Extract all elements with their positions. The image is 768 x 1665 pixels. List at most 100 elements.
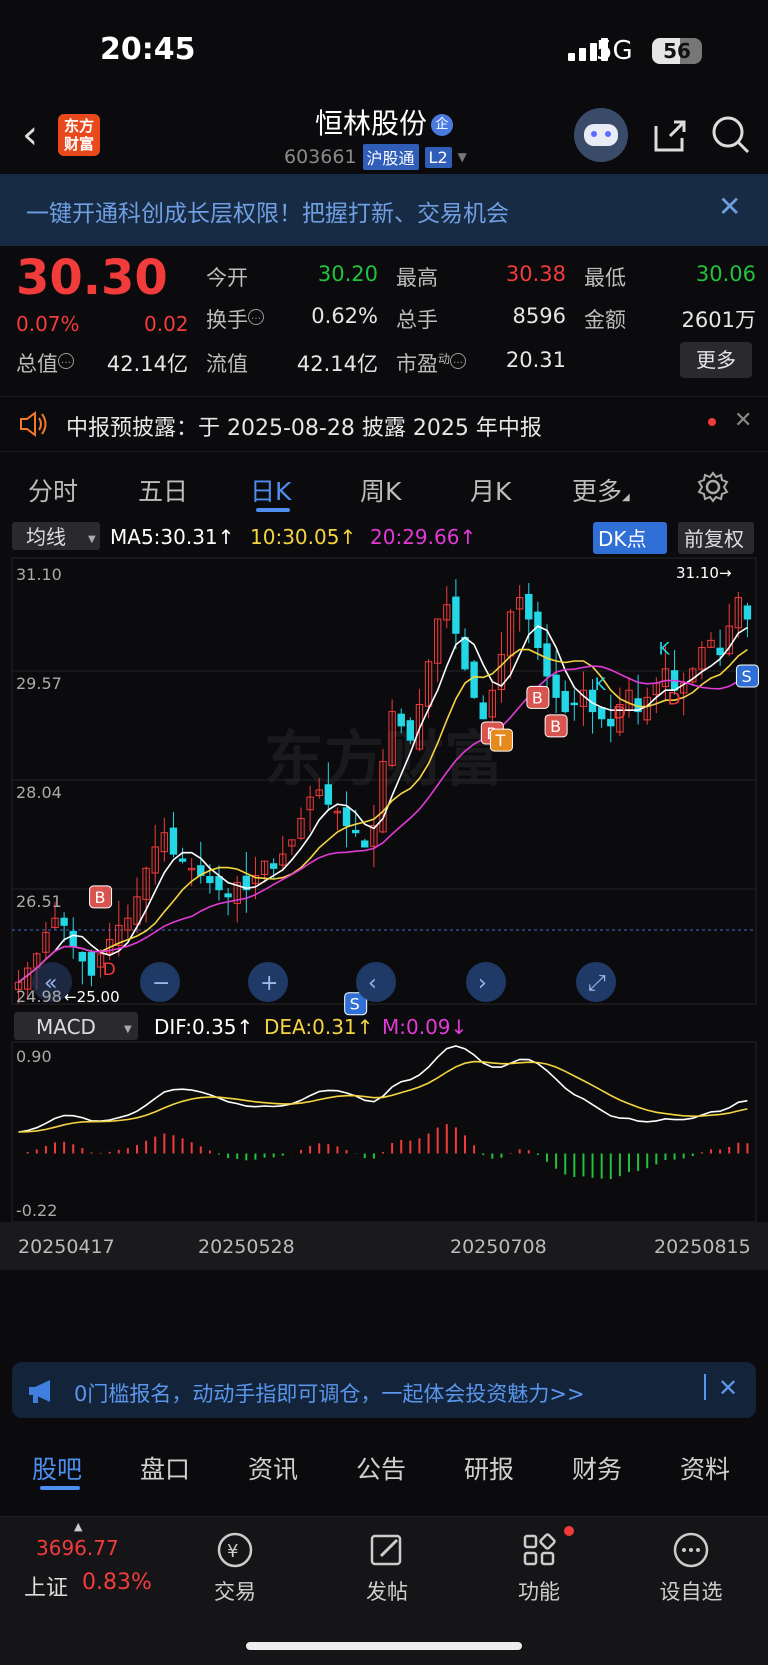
chevron-down-icon: ▼ bbox=[88, 534, 96, 545]
x-tick-label: 20250708 bbox=[450, 1236, 547, 1258]
network-type: 5G bbox=[596, 36, 633, 66]
mktcap-value: 42.14亿 bbox=[106, 352, 188, 376]
tab-news[interactable]: 资讯 bbox=[248, 1450, 298, 1486]
candle bbox=[69, 930, 77, 948]
close-icon[interactable]: ✕ bbox=[734, 408, 752, 433]
macd-y-tick-label: -0.22 bbox=[16, 1201, 57, 1220]
ma-selector-label: 均线 bbox=[26, 525, 66, 549]
candle bbox=[324, 784, 333, 805]
candle bbox=[60, 917, 68, 926]
watermark: 东方财富 bbox=[264, 725, 504, 795]
promo-banner-text[interactable]: 一键开通科创成长层权限！把握打新、交易机会 bbox=[26, 194, 509, 228]
svg-text:¥: ¥ bbox=[227, 1541, 238, 1562]
tab-profile[interactable]: 资料 bbox=[680, 1450, 730, 1486]
open-value: 30.20 bbox=[317, 262, 378, 286]
zoom-out-icon-glyph: − bbox=[152, 971, 170, 996]
gear-icon[interactable] bbox=[696, 470, 730, 504]
indicator-name: MACD bbox=[36, 1015, 96, 1039]
tab-finance[interactable]: 财务 bbox=[572, 1450, 622, 1486]
ad-text[interactable]: 0门槛报名，动动手指即可调仓，一起体会投资魅力>> bbox=[74, 1378, 585, 1408]
stock-code: 603661 bbox=[284, 146, 357, 168]
close-icon[interactable]: ✕ bbox=[718, 1374, 738, 1402]
pan-right-icon-glyph: › bbox=[478, 971, 487, 996]
signal-t: T bbox=[494, 731, 505, 750]
kline-chart[interactable]: 均线 ▼ MA5:30.31↑ 10:30.05↑ 20:29.66↑ DK点 … bbox=[0, 520, 768, 1300]
tab-monthly-k[interactable]: 月K bbox=[470, 472, 511, 508]
tab-research[interactable]: 研报 bbox=[464, 1450, 514, 1486]
tab-order-book[interactable]: 盘口 bbox=[140, 1450, 190, 1486]
candle bbox=[87, 952, 96, 976]
low-label: 最低 bbox=[584, 266, 626, 290]
candle bbox=[78, 951, 87, 962]
index-value[interactable]: 3696.77 bbox=[36, 1536, 119, 1560]
dif-value: DIF:0.35↑ bbox=[154, 1015, 253, 1039]
tab-daily-k[interactable]: 日K bbox=[250, 472, 291, 508]
close-icon[interactable]: ✕ bbox=[718, 190, 741, 223]
y-tick-label: 31.10 bbox=[16, 565, 62, 584]
tab-announcements[interactable]: 公告 bbox=[356, 1450, 406, 1486]
signal-d: D bbox=[103, 960, 116, 980]
nav-add-watchlist[interactable]: 设自选 bbox=[636, 1530, 746, 1606]
nav-functions[interactable]: 功能 bbox=[484, 1530, 594, 1606]
nav-post[interactable]: 发帖 bbox=[332, 1530, 442, 1606]
candle bbox=[178, 858, 187, 862]
candle bbox=[361, 840, 369, 848]
signal-d: D bbox=[613, 704, 626, 724]
active-tab-indicator bbox=[40, 1486, 80, 1490]
tab-more[interactable]: 更多◢ bbox=[572, 472, 630, 508]
edit-icon bbox=[370, 1534, 402, 1566]
date-axis bbox=[0, 1222, 768, 1270]
signal-b: B bbox=[95, 888, 106, 907]
candle bbox=[716, 647, 724, 656]
candle bbox=[543, 643, 551, 677]
active-tab-indicator bbox=[256, 508, 290, 512]
index-pct[interactable]: 0.83% bbox=[82, 1570, 152, 1595]
candle bbox=[597, 707, 606, 720]
high-value: 30.38 bbox=[505, 262, 566, 286]
change-percent: 0.07% bbox=[16, 312, 80, 336]
candle bbox=[479, 702, 487, 720]
candle bbox=[169, 827, 178, 855]
chevron-down-icon[interactable]: ▼ bbox=[458, 150, 467, 164]
info-icon[interactable]: … bbox=[248, 309, 264, 325]
home-indicator[interactable] bbox=[246, 1642, 522, 1650]
turnover-value: 0.62% bbox=[311, 304, 378, 328]
candle bbox=[552, 674, 560, 698]
volume-value: 8596 bbox=[512, 304, 566, 328]
signal-b: B bbox=[550, 717, 561, 736]
chevron-up-icon[interactable]: ▲ bbox=[74, 1520, 82, 1533]
info-icon[interactable]: … bbox=[450, 353, 467, 369]
assistant-avatar-icon[interactable] bbox=[574, 108, 628, 162]
macd-y-tick-label: 0.90 bbox=[16, 1047, 52, 1066]
tab-forum[interactable]: 股吧 bbox=[32, 1450, 82, 1486]
notice-text[interactable]: 中报预披露：于 2025-08-28 披露 2025 年中报 bbox=[66, 410, 542, 442]
y-tick-label: 29.57 bbox=[16, 674, 62, 693]
amount-value: 2601万 bbox=[681, 308, 756, 332]
more-button[interactable]: 更多 bbox=[680, 342, 752, 378]
tab-intraday[interactable]: 分时 bbox=[28, 472, 78, 508]
search-icon[interactable] bbox=[710, 114, 752, 156]
nav-trade[interactable]: ¥ 交易 bbox=[180, 1530, 290, 1606]
signal-k: K bbox=[595, 675, 607, 695]
index-name[interactable]: 上证 bbox=[24, 1570, 68, 1602]
stock-code-row[interactable]: 603661 沪股通 L2 ▼ bbox=[284, 144, 467, 170]
amount-label: 金额 bbox=[584, 308, 626, 332]
candle bbox=[534, 611, 542, 648]
change-amount: 0.02 bbox=[144, 312, 189, 336]
signal-k: K bbox=[658, 640, 670, 660]
megaphone-icon bbox=[29, 1380, 50, 1403]
share-icon[interactable] bbox=[650, 116, 690, 156]
y-tick-label: 24.98 bbox=[16, 987, 62, 1006]
max-price-marker: 31.10→ bbox=[676, 564, 732, 582]
tab-weekly-k[interactable]: 周K bbox=[360, 472, 401, 508]
info-icon[interactable]: … bbox=[58, 353, 74, 369]
zoom-in-icon-glyph: + bbox=[260, 971, 278, 996]
candle bbox=[206, 876, 214, 884]
candle bbox=[452, 596, 460, 634]
candle bbox=[470, 661, 478, 698]
min-price-marker: ←25.00 bbox=[64, 988, 120, 1006]
tab-five-day[interactable]: 五日 bbox=[138, 472, 188, 508]
dea-value: DEA:0.31↑ bbox=[264, 1015, 373, 1039]
low-value: 30.06 bbox=[695, 262, 756, 286]
candle bbox=[351, 829, 360, 834]
